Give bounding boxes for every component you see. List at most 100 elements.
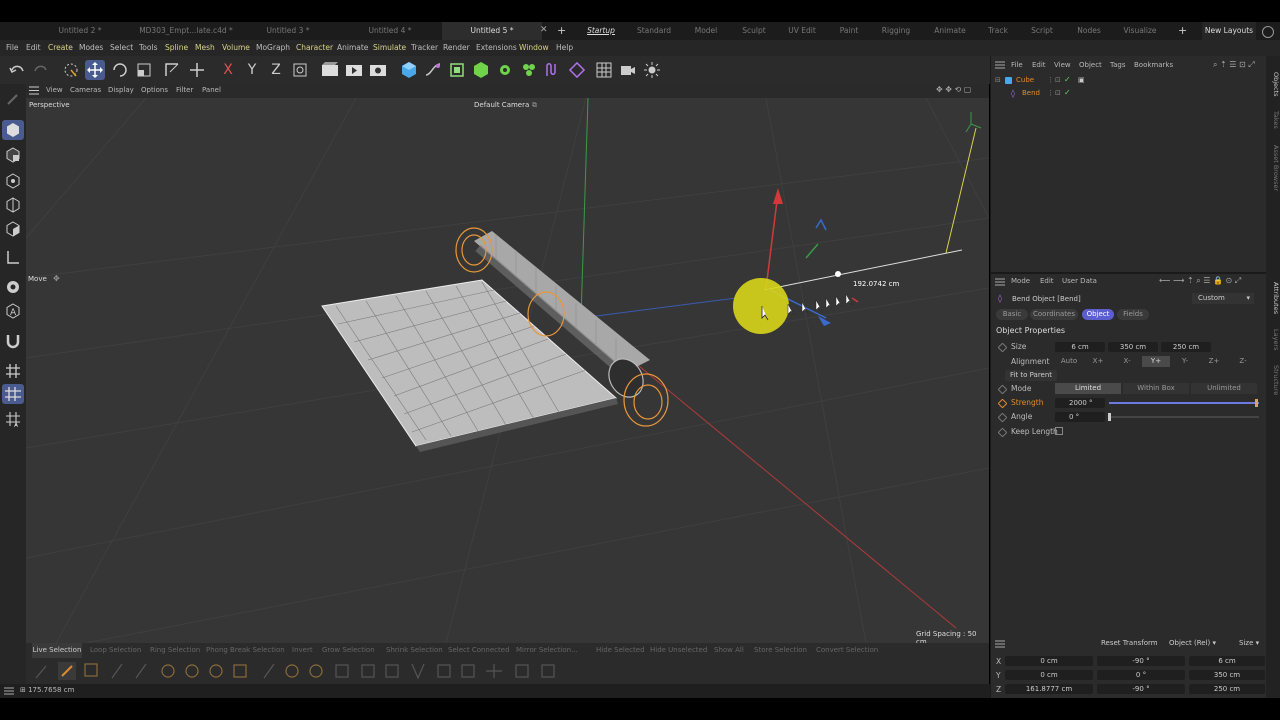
object-mode-icon[interactable]: [4, 146, 22, 164]
rotation-x-field[interactable]: -90 °: [1097, 656, 1185, 666]
z-axis-lock-icon[interactable]: Z: [266, 60, 286, 80]
size-y-field[interactable]: 350 cm: [1108, 342, 1158, 352]
menu-tools[interactable]: Tools: [139, 40, 157, 56]
doc-tab-active[interactable]: Untitled 5 *: [442, 22, 542, 40]
attributes-menu-user-data[interactable]: User Data: [1062, 277, 1097, 285]
y-axis-lock-icon[interactable]: Y: [242, 60, 262, 80]
close-tab-icon[interactable]: ✕: [540, 25, 548, 35]
fit-to-parent-button[interactable]: Fit to Parent: [1005, 370, 1057, 381]
menu-select[interactable]: Select: [110, 40, 133, 56]
alignment-y-minus[interactable]: Y-: [1171, 356, 1199, 367]
alignment-x-plus[interactable]: X+: [1084, 356, 1112, 367]
strength-slider-handle[interactable]: [1255, 399, 1258, 407]
viewport-menu-panel[interactable]: Panel: [202, 86, 221, 94]
keyframe-icon[interactable]: [997, 384, 1008, 395]
visibility-icon[interactable]: ⋮: [1047, 89, 1054, 97]
hide-selected-button[interactable]: Hide Selected: [596, 643, 645, 658]
ring-selection-button[interactable]: Ring Selection: [150, 643, 200, 658]
menu-tracker[interactable]: Tracker: [411, 40, 438, 56]
objects-menu-view[interactable]: View: [1054, 61, 1071, 69]
x-axis-lock-icon[interactable]: X: [218, 60, 238, 80]
size-z-coord-field[interactable]: 250 cm: [1189, 684, 1265, 694]
angle-slider-handle[interactable]: [1108, 413, 1111, 421]
enabled-check-icon[interactable]: ✓: [1064, 75, 1071, 84]
strength-slider-track[interactable]: [1109, 402, 1259, 404]
side-tab-asset-browser[interactable]: Asset Browser: [1266, 140, 1280, 196]
rotation-z-field[interactable]: -90 °: [1097, 684, 1185, 694]
angle-field[interactable]: 0 °: [1055, 412, 1105, 422]
size-x-field[interactable]: 6 cm: [1055, 342, 1105, 352]
layout-tab[interactable]: Nodes: [1074, 22, 1104, 40]
layer-icon[interactable]: ⊡: [1055, 76, 1061, 84]
layout-tab[interactable]: Sculpt: [736, 22, 772, 40]
tag-icon[interactable]: ▣: [1078, 76, 1085, 84]
perspective-label[interactable]: Perspective: [29, 101, 70, 109]
hamburger-icon[interactable]: [995, 640, 1005, 648]
mode-unlimited[interactable]: Unlimited: [1191, 383, 1257, 394]
cube-object-icon[interactable]: [399, 60, 419, 80]
object-row-cube[interactable]: ⊟ Cube ⋮ ⊡ ✓ ▣: [995, 75, 1265, 87]
viewport-menu-filter[interactable]: Filter: [176, 86, 193, 94]
grow-selection-button[interactable]: Grow Selection: [322, 643, 375, 658]
size-mode-dropdown[interactable]: Size ▾: [1239, 639, 1259, 647]
cloner-icon[interactable]: [495, 60, 515, 80]
side-tab-objects[interactable]: Objects: [1266, 64, 1280, 104]
add-tab-icon[interactable]: +: [557, 24, 566, 37]
doc-tab[interactable]: Untitled 3 *: [238, 22, 338, 40]
camera-icon[interactable]: [618, 60, 638, 80]
objects-menu-file[interactable]: File: [1011, 61, 1023, 69]
mirror-selection-button[interactable]: Mirror Selection...: [516, 643, 578, 658]
layout-tab[interactable]: Rigging: [878, 22, 914, 40]
menu-simulate[interactable]: Simulate: [373, 40, 406, 56]
visibility-icon[interactable]: ⋮: [1047, 76, 1054, 84]
loop-selection-button[interactable]: Loop Selection: [90, 643, 141, 658]
keep-length-checkbox[interactable]: [1055, 427, 1063, 435]
viewport-menu-display[interactable]: Display: [108, 86, 134, 94]
render-view-icon[interactable]: [320, 60, 340, 80]
size-z-field[interactable]: 250 cm: [1161, 342, 1211, 352]
viewport-menu-options[interactable]: Options: [141, 86, 168, 94]
render-picture-viewer-icon[interactable]: [344, 60, 364, 80]
alignment-x-minus[interactable]: X-: [1113, 356, 1141, 367]
render-settings-icon[interactable]: [368, 60, 388, 80]
polygons-mode-icon[interactable]: [4, 220, 22, 238]
live-selection-tool-button[interactable]: [61, 60, 81, 80]
menu-volume[interactable]: Volume: [222, 40, 250, 56]
live-selection-button[interactable]: Live Selection: [32, 643, 82, 658]
angle-slider-track[interactable]: [1109, 416, 1259, 418]
position-y-field[interactable]: 0 cm: [1005, 670, 1093, 680]
position-z-field[interactable]: 161.8777 cm: [1005, 684, 1093, 694]
menu-mesh[interactable]: Mesh: [195, 40, 215, 56]
tab-coordinates[interactable]: Coordinates: [1030, 309, 1078, 320]
layout-tab[interactable]: Standard: [632, 22, 676, 40]
workplane-snap-button[interactable]: [2, 384, 24, 404]
field-icon[interactable]: [567, 60, 587, 80]
layout-tab[interactable]: Script: [1028, 22, 1056, 40]
invert-selection-button[interactable]: Invert: [292, 643, 313, 658]
layout-tab[interactable]: Track: [984, 22, 1012, 40]
keyframe-icon[interactable]: [997, 398, 1008, 409]
doc-tab[interactable]: MD303_Empt...late.c4d *: [136, 22, 236, 40]
menu-help[interactable]: Help: [556, 40, 573, 56]
viewport-menu-view[interactable]: View: [46, 86, 63, 94]
coordinate-space-dropdown[interactable]: Object (Rel) ▾: [1169, 639, 1216, 647]
tab-basic[interactable]: Basic: [996, 309, 1028, 320]
layer-icon[interactable]: ⊡: [1055, 89, 1061, 97]
model-mode-button[interactable]: [2, 120, 24, 140]
snap-magnet-icon[interactable]: [4, 332, 22, 350]
extrude-icon[interactable]: [471, 60, 491, 80]
doc-tab[interactable]: Untitled 2 *: [30, 22, 130, 40]
mograph-icon[interactable]: [519, 60, 539, 80]
reset-transform-button[interactable]: Reset Transform: [1101, 639, 1158, 647]
coordinate-system-icon[interactable]: [290, 60, 310, 80]
menu-extensions[interactable]: Extensions: [476, 40, 517, 56]
collapse-icon[interactable]: ⊟: [995, 76, 1001, 84]
layout-tab[interactable]: Animate: [930, 22, 970, 40]
layout-tab-startup[interactable]: Startup: [584, 22, 618, 40]
add-layout-icon[interactable]: +: [1178, 24, 1187, 37]
move-tool-button[interactable]: [85, 60, 105, 80]
attributes-nav-icons[interactable]: ⟵ ⟶ ⇡ ⌕ ☰ 🔒 ⊙ ⤢: [1159, 276, 1241, 286]
menu-character[interactable]: Character: [296, 40, 333, 56]
keyframe-icon[interactable]: [997, 412, 1008, 423]
keyframe-icon[interactable]: [997, 342, 1008, 353]
